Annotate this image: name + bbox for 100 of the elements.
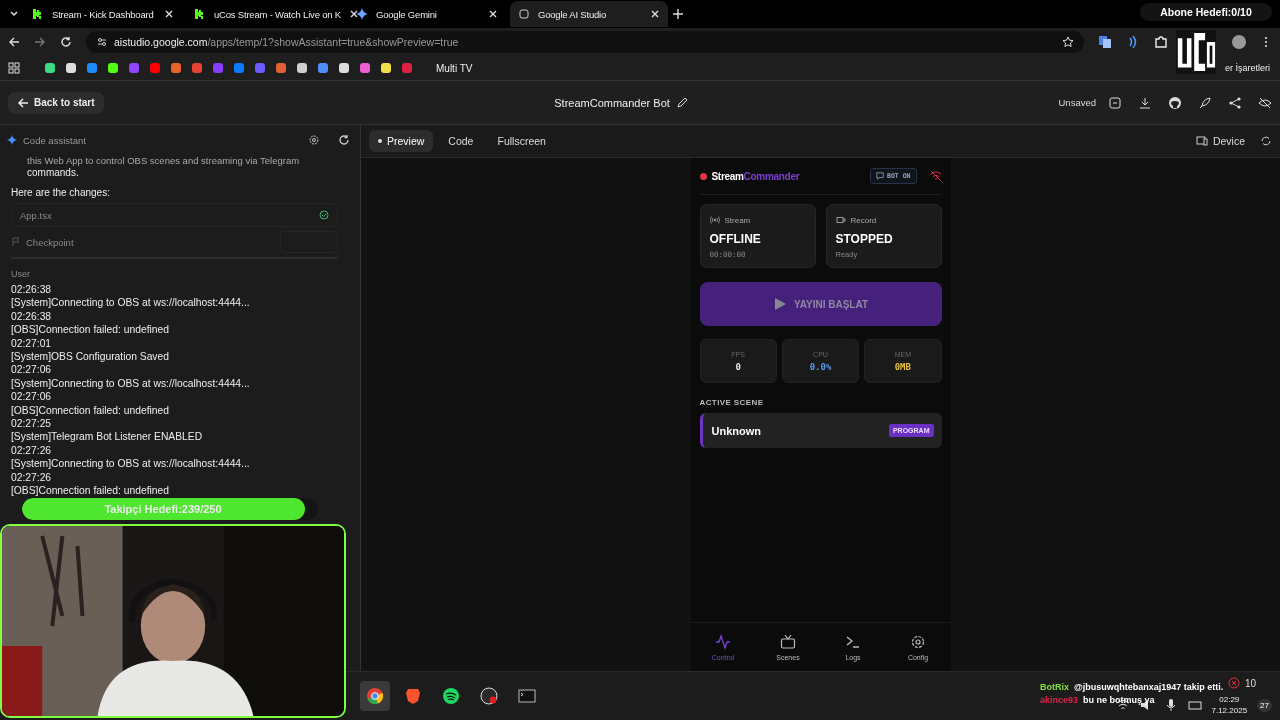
record-app-icon — [480, 687, 498, 705]
taskbar-app[interactable] — [360, 681, 390, 711]
preview-tab[interactable]: Code — [439, 130, 483, 152]
channel-logo — [1176, 30, 1216, 74]
log-time: 02:27:26 — [11, 443, 53, 458]
card-label: Record — [850, 215, 877, 225]
bookmark-icon[interactable] — [338, 62, 350, 74]
log-message: [System]Connecting to OBS at ws://localhost:4444... — [11, 296, 251, 310]
bookmark-icon[interactable] — [296, 62, 308, 74]
k-logo-icon — [194, 8, 206, 20]
github-icon[interactable] — [1168, 95, 1182, 110]
back-arrow-icon — [17, 96, 29, 109]
subscriber-goal: Abone Hedefi:0/10 — [1140, 3, 1272, 21]
share-icon[interactable] — [1228, 95, 1242, 110]
translate-icon[interactable] — [1098, 35, 1112, 49]
preview-tab[interactable]: Fullscreen — [488, 130, 555, 152]
card-value: STOPPED — [835, 232, 894, 246]
address-bar[interactable]: aistudio.google.com/apps/temp/1?showAssistant=true&showPreview=true — [86, 31, 1084, 53]
save-status: Unsaved — [1058, 97, 1096, 108]
back-button[interactable]: Back to start — [8, 91, 104, 114]
chat-username: akince93 — [1040, 695, 1079, 705]
apps-grid-icon[interactable] — [8, 62, 20, 74]
scene-name: Unknown — [711, 424, 761, 437]
log-time: 02:27:06 — [11, 390, 53, 404]
log-time: 02:26:38 — [11, 309, 53, 324]
close-icon[interactable] — [650, 9, 660, 19]
log-message: [OBS]Connection failed: undefined — [11, 323, 170, 337]
sparkle-icon — [7, 135, 17, 145]
settings-icon[interactable] — [308, 134, 320, 146]
device-button[interactable]: Device — [1186, 130, 1254, 152]
bookmark-icon[interactable] — [107, 62, 119, 74]
browser-tab[interactable]: Stream - Kick Dashboard — [24, 1, 182, 27]
browser-tab[interactable]: uCos Stream - Watch Live on K — [186, 1, 344, 27]
chat-username: BotRix — [1040, 682, 1069, 692]
download-icon[interactable] — [1138, 95, 1152, 110]
browser-tab[interactable]: Google AI Studio — [510, 1, 668, 27]
log-time: 02:27:06 — [11, 363, 53, 377]
reload-icon[interactable] — [60, 36, 72, 48]
settings-icon — [910, 633, 926, 650]
keyboard-icon[interactable] — [1187, 698, 1202, 712]
log-message: [OBS]Connection failed: undefined — [11, 403, 170, 418]
bookmark-icon[interactable] — [380, 62, 392, 74]
log-message: [System]Telegram Bot Listener ENABLED — [11, 430, 204, 444]
log-message: [OBS]Connection failed: undefined — [11, 484, 170, 498]
bookmark-icon[interactable] — [317, 62, 329, 74]
play-icon — [772, 297, 787, 311]
wifi-off-icon[interactable] — [929, 170, 942, 182]
stat-value: 0.0% — [809, 361, 832, 372]
devices-icon — [1195, 135, 1208, 147]
video-camera-icon — [835, 215, 846, 225]
bookmark-link[interactable]: Multi TV — [436, 62, 473, 74]
star-icon[interactable] — [1062, 36, 1074, 48]
bookmark-icon[interactable] — [65, 62, 77, 74]
back-arrow-icon[interactable] — [8, 36, 20, 48]
close-icon[interactable] — [164, 9, 174, 19]
site-settings-icon — [96, 36, 108, 48]
save-icon[interactable] — [1108, 95, 1122, 110]
profile-avatar[interactable] — [1232, 35, 1246, 49]
page-icon — [518, 8, 530, 20]
browser-tab[interactable]: Google Gemini — [348, 1, 506, 27]
broadcast-icon — [709, 215, 720, 225]
tab-title: uCos Stream - Watch Live on K — [214, 8, 341, 20]
chat-message: @jbusuwqhtebanxaj1947 takip etti. — [1074, 682, 1224, 692]
log-message: [System]Connecting to OBS at ws://localhost:4444... — [11, 457, 251, 471]
refresh-icon[interactable] — [338, 134, 350, 146]
bookmark-icon[interactable] — [44, 62, 56, 74]
terminal-icon — [518, 687, 536, 705]
forward-arrow-icon[interactable] — [34, 36, 46, 48]
message-text: commands. — [26, 166, 80, 179]
bookmarks-label[interactable]: er İşaretleri — [1225, 63, 1270, 73]
bookmark-icon[interactable] — [170, 62, 182, 74]
clock[interactable]: 02:29 7.12.2025 — [1211, 694, 1248, 716]
start-stream-button[interactable]: YAYINI BAŞLAT — [699, 282, 942, 326]
preview-tab[interactable]: Preview — [369, 130, 434, 152]
puzzle-icon[interactable] — [1154, 35, 1168, 49]
app-brand: StreamCommander — [711, 170, 800, 182]
rotate-icon[interactable] — [1260, 135, 1272, 147]
new-tab-icon[interactable] — [672, 8, 684, 20]
chat-message: bu ne botmuş ya — [1083, 695, 1155, 705]
log-message: [System]OBS Configuration Saved — [11, 350, 170, 364]
card-label: Stream — [724, 215, 751, 225]
close-icon[interactable] — [348, 9, 359, 19]
browser-icon — [366, 687, 384, 705]
close-icon[interactable] — [488, 9, 498, 19]
file-row[interactable]: App.tsx — [11, 203, 338, 227]
pencil-icon[interactable] — [675, 96, 688, 109]
log-time: 02:27:26 — [11, 470, 53, 485]
log-message: [System]Connecting to OBS at ws://localhost:4444... — [11, 376, 251, 391]
flag-icon — [11, 237, 21, 247]
log-time: 02:27:01 — [11, 336, 53, 351]
k-logo-icon — [32, 8, 44, 20]
log-time: 02:26:38 — [11, 283, 53, 297]
hidden-eye-icon[interactable] — [1258, 95, 1272, 110]
bookmark-icon[interactable] — [359, 62, 371, 74]
pulse-icon — [715, 633, 731, 650]
message-text: this Web App to control OBS scenes and streaming via Telegram — [26, 155, 301, 166]
goal-label: Takipçi Hedefi:239/250 — [103, 502, 223, 517]
log-time: 02:27:25 — [11, 417, 53, 431]
notification-badge[interactable]: 27 — [1257, 698, 1272, 712]
sparkle-icon — [356, 8, 368, 20]
